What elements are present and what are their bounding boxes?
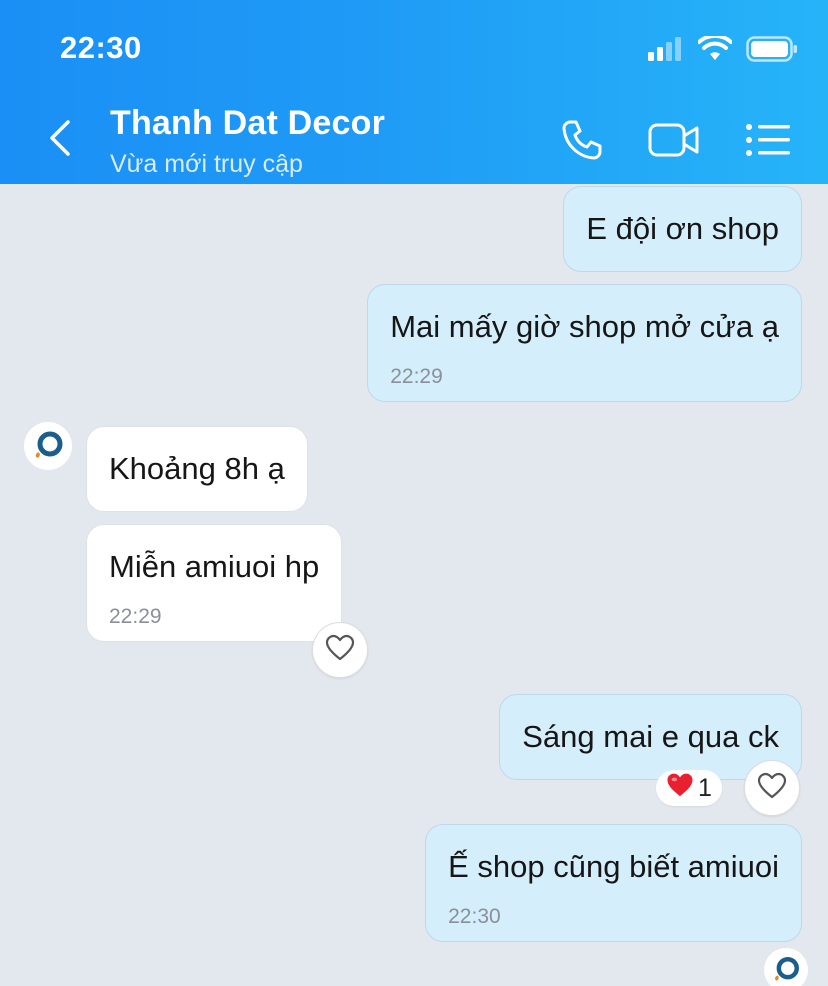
heart-outline-icon xyxy=(757,772,787,805)
menu-list-icon xyxy=(745,122,791,163)
outgoing-message[interactable]: Mai mấy giờ shop mở cửa ạ 22:29 xyxy=(367,284,802,402)
status-bar-icons xyxy=(648,33,798,67)
incoming-message[interactable]: Khoảng 8h ạ xyxy=(86,426,308,512)
chat-header: 22:30 Thanh Dat Decor Vừa mới truy cập xyxy=(0,0,828,184)
signal-icon xyxy=(648,37,684,66)
message-time: 22:29 xyxy=(390,365,443,388)
status-bar-time: 22:30 xyxy=(60,30,142,65)
message-text: Mai mấy giờ shop mở cửa ạ xyxy=(390,309,779,344)
contact-avatar[interactable] xyxy=(24,422,72,470)
message-text: Sáng mai e qua ck xyxy=(522,719,779,754)
reaction-count-badge[interactable]: 1 xyxy=(656,770,722,806)
message-text: Khoảng 8h ạ xyxy=(109,451,285,486)
seen-avatar xyxy=(764,948,808,986)
video-camera-icon xyxy=(647,120,701,165)
message-time: 22:29 xyxy=(109,605,162,628)
contact-name[interactable]: Thanh Dat Decor xyxy=(110,104,385,143)
message-list[interactable]: E đội ơn shop Mai mấy giờ shop mở cửa ạ … xyxy=(0,184,828,986)
battery-icon xyxy=(746,36,798,67)
reaction-count: 1 xyxy=(698,773,712,802)
incoming-message[interactable]: Miễn amiuoi hp 22:29 xyxy=(86,524,343,642)
react-button[interactable] xyxy=(744,760,800,816)
red-heart-icon xyxy=(666,772,694,805)
message-text: Ế shop cũng biết amiuoi xyxy=(448,849,779,884)
message-time: 22:30 xyxy=(448,905,501,928)
outgoing-message[interactable]: Ế shop cũng biết amiuoi 22:30 xyxy=(425,824,802,942)
phone-icon xyxy=(560,118,604,167)
wifi-icon xyxy=(697,33,733,67)
message-text: Miễn amiuoi hp xyxy=(109,549,320,584)
back-chevron-icon xyxy=(48,119,72,162)
outgoing-message[interactable]: E đội ơn shop xyxy=(563,186,802,272)
react-button[interactable] xyxy=(312,622,368,678)
video-call-button[interactable] xyxy=(646,114,702,170)
back-button[interactable] xyxy=(40,118,80,162)
heart-outline-icon xyxy=(325,634,355,667)
chat-menu-button[interactable] xyxy=(740,114,796,170)
message-text: E đội ơn shop xyxy=(586,211,779,246)
contact-status: Vừa mới truy cập xyxy=(110,150,303,178)
voice-call-button[interactable] xyxy=(554,114,610,170)
